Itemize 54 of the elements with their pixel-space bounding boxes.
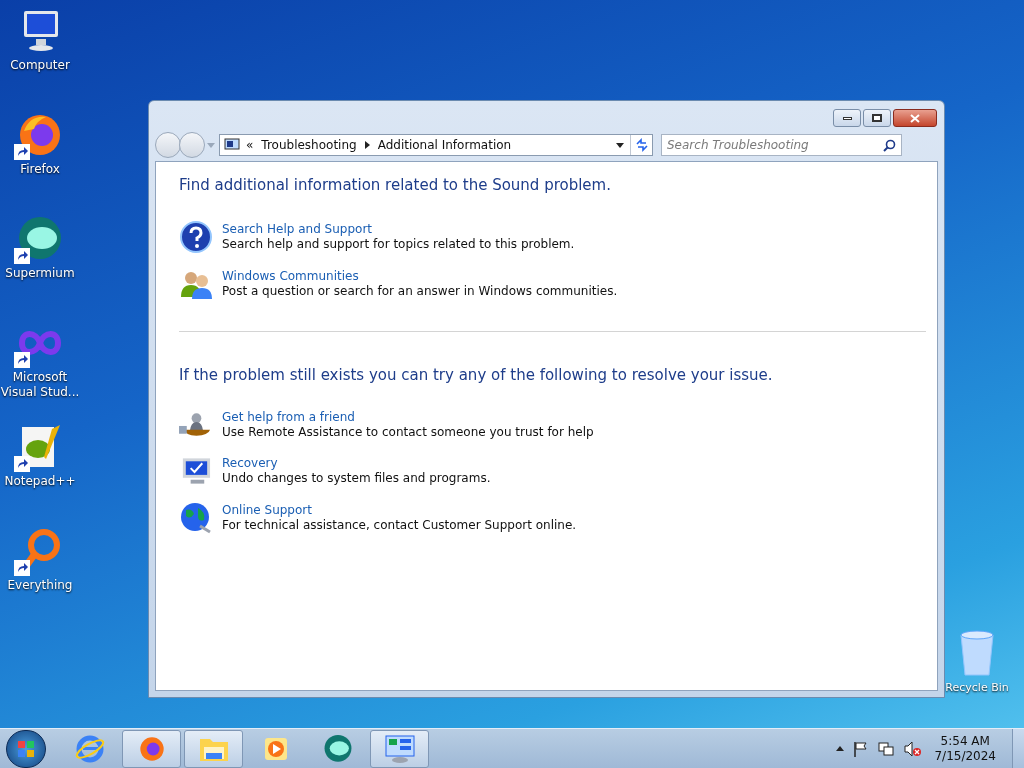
control-panel-icon [224, 138, 240, 152]
taskbar-button[interactable] [370, 729, 429, 768]
desktop-icon-label[interactable]: Firefox [20, 162, 60, 177]
desktop-icon-label[interactable]: Microsoft Visual Stud... [0, 370, 80, 400]
section-heading: If the problem still exists you can try any of the following to resolve your issue. [179, 364, 774, 386]
desktop-icon-label[interactable]: Everything [7, 578, 73, 593]
browser-e-icon [74, 733, 105, 764]
close-icon [910, 113, 920, 123]
desktop-icon-label[interactable]: Supermium [5, 266, 75, 281]
breadcrumb-item[interactable]: Troubleshooting [261, 136, 357, 154]
desktop-icon-label[interactable]: Computer [10, 58, 70, 73]
section-heading: Find additional information related to the Sound problem. [179, 175, 612, 196]
task-link[interactable]: Online Support [222, 503, 577, 518]
address-bar[interactable]: « Troubleshooting Additional Information [219, 134, 653, 156]
task-description: Search help and support for topics related to this problem. [222, 236, 575, 252]
clock-date: 7/15/2024 [934, 748, 996, 764]
media-player-icon [262, 735, 289, 762]
task-link[interactable]: Recovery [222, 456, 491, 471]
recycle-bin-icon [957, 629, 997, 677]
start-button[interactable] [6, 729, 46, 768]
search-field[interactable]: Search Troubleshooting [661, 134, 902, 156]
control-panel-icon [383, 733, 416, 764]
breadcrumb-item[interactable]: Additional Information [377, 136, 512, 154]
breadcrumb-arrow-icon [364, 141, 370, 149]
globe-icon [179, 502, 212, 534]
task-description: For technical assistance, contact Customer Support online. [222, 518, 577, 533]
show-hidden-icons-icon[interactable] [836, 746, 845, 751]
windows-logo-icon [17, 739, 35, 758]
clock-time: 5:54 AM [940, 733, 990, 749]
flag-icon[interactable] [854, 740, 869, 757]
friend-icon [179, 412, 212, 438]
speaker-muted-icon[interactable] [904, 740, 923, 757]
dropdown-arrow-icon[interactable] [616, 142, 624, 148]
desktop-icon-label[interactable]: Notepad++ [4, 474, 76, 489]
task-link[interactable]: Windows Communities [222, 268, 618, 284]
minimize-button[interactable] [833, 109, 861, 127]
search-icon [883, 138, 896, 152]
taskbar-button[interactable] [184, 729, 243, 768]
task-description: Undo changes to system files and programs. [222, 471, 491, 486]
help-icon [179, 220, 212, 253]
firefox-icon [137, 734, 166, 763]
close-button[interactable] [893, 109, 937, 127]
show-desktop-button[interactable] [1012, 728, 1024, 768]
network-icon[interactable] [878, 740, 895, 757]
task-description: Use Remote Assistance to contact someone you trust for help [222, 425, 594, 440]
task-link[interactable]: Search Help and Support [222, 221, 575, 237]
refresh-icon [634, 138, 649, 152]
dropdown-arrow-icon [207, 142, 215, 148]
address-chevron[interactable]: « [246, 136, 254, 154]
maximize-button[interactable] [863, 109, 891, 127]
clock[interactable]: 5:54 AM 7/15/2024 [934, 733, 996, 764]
task-link[interactable]: Get help from a friend [222, 410, 594, 425]
task-description: Post a question or search for an answer in Windows communities. [222, 283, 618, 299]
taskbar-button[interactable] [122, 729, 181, 768]
